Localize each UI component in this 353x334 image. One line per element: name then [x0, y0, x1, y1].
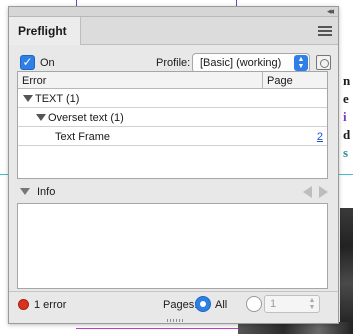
info-header: Info — [17, 183, 328, 201]
error-status-icon — [18, 299, 29, 310]
document-letter: e — [343, 91, 349, 106]
status-bar: 1 error Pages: All 1 ▲ ▼ — [9, 291, 338, 315]
panel-tab-bar: Preflight — [9, 17, 338, 45]
disclosure-triangle-icon[interactable] — [23, 95, 33, 102]
error-table: Error Page TEXT (1) Overset text (1) Tex… — [17, 71, 328, 179]
page-range-radio[interactable] — [246, 296, 262, 312]
page-range-value: 1 — [270, 298, 277, 310]
profile-definitions-icon[interactable] — [316, 55, 331, 70]
all-pages-radio[interactable] — [195, 296, 211, 312]
preflight-panel: ◂◂ Preflight ✓ On Profile: [Basic] (work… — [8, 6, 339, 324]
resize-grip[interactable] — [167, 319, 183, 322]
info-box — [17, 203, 328, 289]
pages-label: Pages: — [163, 299, 198, 311]
column-divider[interactable] — [262, 72, 263, 89]
document-letter: n — [343, 73, 351, 88]
column-header-error[interactable]: Error — [22, 75, 46, 87]
error-subcategory-label: Overset text (1) — [48, 112, 124, 124]
table-row[interactable]: TEXT (1) — [18, 90, 327, 108]
document-letter: d — [343, 127, 351, 142]
stepper-icon[interactable]: ▲ ▼ — [306, 296, 318, 312]
page-link[interactable]: 2 — [317, 131, 323, 143]
panel-menu-icon[interactable] — [318, 26, 332, 36]
disclosure-triangle-icon[interactable] — [20, 188, 30, 195]
previous-arrow-icon[interactable] — [303, 186, 312, 198]
error-category-label: TEXT (1) — [35, 93, 80, 105]
document-image — [340, 208, 353, 334]
document-letter: i — [343, 109, 347, 124]
preflight-controls: ✓ On Profile: [Basic] (working) ▲ ▼ — [20, 53, 340, 73]
all-pages-label: All — [215, 299, 228, 311]
profile-select[interactable]: [Basic] (working) ▲ ▼ — [192, 53, 310, 73]
on-checkbox[interactable]: ✓ — [20, 55, 35, 70]
profile-label: Profile: — [156, 57, 191, 69]
info-label: Info — [37, 186, 56, 198]
table-row[interactable]: Text Frame 2 — [18, 128, 327, 146]
error-count: 1 error — [34, 299, 67, 311]
next-arrow-icon[interactable] — [319, 186, 328, 198]
panel-title-bar[interactable]: ◂◂ — [9, 6, 338, 17]
disclosure-triangle-icon[interactable] — [36, 114, 46, 121]
chevron-updown-icon: ▲ ▼ — [294, 55, 308, 71]
collapse-icon[interactable]: ◂◂ — [327, 6, 334, 17]
column-header-page[interactable]: Page — [267, 75, 293, 87]
document-letter: s — [343, 145, 349, 160]
error-item-label: Text Frame — [55, 131, 111, 143]
table-row[interactable]: Overset text (1) — [18, 109, 327, 127]
table-header: Error Page — [18, 72, 327, 89]
on-label: On — [40, 57, 55, 69]
profile-value: [Basic] (working) — [200, 57, 282, 69]
document-text-column: n e i d s — [343, 72, 353, 162]
tab-preflight[interactable]: Preflight — [9, 17, 81, 45]
